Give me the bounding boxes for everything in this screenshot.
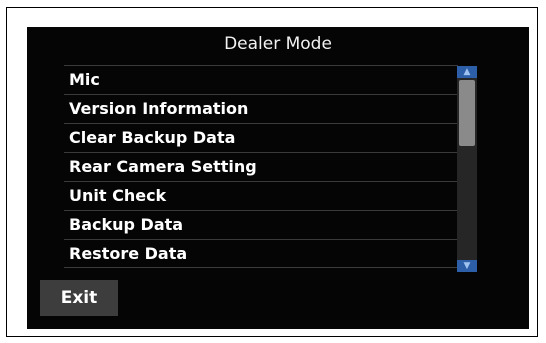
chevron-down-icon[interactable]: ▼: [457, 260, 477, 272]
menu-item-version-information[interactable]: Version Information: [64, 94, 458, 123]
scrollbar[interactable]: ▲ ▼: [457, 66, 477, 272]
chevron-up-icon[interactable]: ▲: [457, 66, 477, 78]
menu-item-clear-backup-data[interactable]: Clear Backup Data: [64, 123, 458, 152]
menu-item-unit-check[interactable]: Unit Check: [64, 181, 458, 210]
menu-list: Mic Version Information Clear Backup Dat…: [64, 65, 458, 268]
menu-item-rear-camera-setting[interactable]: Rear Camera Setting: [64, 152, 458, 181]
menu-item-backup-data[interactable]: Backup Data: [64, 210, 458, 239]
dealer-mode-screen: Dealer Mode Mic Version Information Clea…: [27, 27, 529, 329]
menu-item-restore-data[interactable]: Restore Data: [64, 239, 458, 268]
exit-button[interactable]: Exit: [40, 280, 118, 316]
page-title: Dealer Mode: [224, 34, 332, 54]
scrollbar-thumb[interactable]: [459, 80, 475, 146]
menu-item-mic[interactable]: Mic: [64, 65, 458, 94]
